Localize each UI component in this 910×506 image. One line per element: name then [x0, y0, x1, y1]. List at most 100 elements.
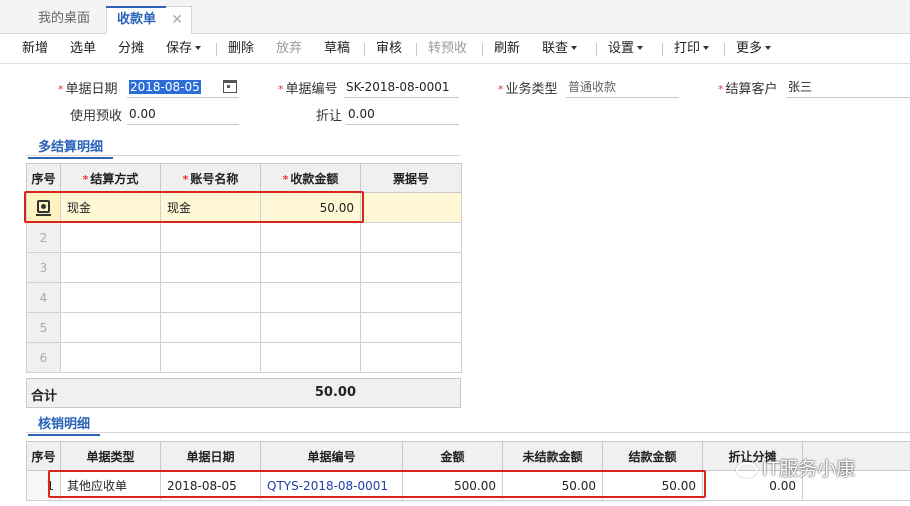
row-number: 5	[26, 312, 61, 343]
writeoff-section-title[interactable]: 核销明细	[28, 413, 101, 436]
empty-cell[interactable]	[260, 312, 361, 343]
section-divider	[26, 432, 910, 433]
empty-cell[interactable]	[160, 252, 261, 283]
prepay-field[interactable]: 0.00	[127, 105, 239, 125]
col-account: * 账号名称	[160, 163, 261, 193]
table-row[interactable]: 2	[26, 222, 462, 253]
chevron-down-icon	[637, 45, 644, 50]
discount-label: 折让	[316, 109, 343, 124]
empty-cell[interactable]	[360, 222, 462, 253]
customer-field[interactable]: 张三	[786, 78, 910, 98]
print-button[interactable]: 打印	[674, 40, 710, 58]
table-row[interactable]: 6	[26, 342, 462, 373]
table-row[interactable]: 3	[26, 252, 462, 283]
row-number: 4	[26, 282, 61, 313]
highlight-box	[48, 470, 706, 498]
total-label: 合计	[31, 389, 58, 404]
audit-button[interactable]: 审核	[376, 40, 402, 58]
more-label: 更多	[736, 41, 763, 56]
col-settled: 结款金额	[602, 441, 703, 471]
discard-button[interactable]: 放弃	[276, 40, 302, 58]
date-value: 2018-08-05	[129, 80, 201, 94]
delete-button[interactable]: 删除	[228, 40, 254, 58]
col-unsettled: 未结款金额	[502, 441, 603, 471]
select-button[interactable]: 选单	[70, 40, 96, 58]
settle-header-row: 序号 * 结算方式 * 账号名称 * 收款金额 票据号	[26, 163, 462, 193]
tab-receipt-label: 收款单	[117, 12, 157, 27]
col-seq: 序号	[26, 163, 61, 193]
toolbar: 新增 选单 分摊 保存 删除 放弃 草稿 审核 转预收 刷新 联查 设置 打印 …	[0, 34, 910, 64]
split-button[interactable]: 分摊	[118, 40, 144, 58]
watermark: IT服务小康	[736, 454, 855, 481]
empty-cell[interactable]	[260, 282, 361, 313]
col-amount: * 收款金额	[260, 163, 361, 193]
empty-cell[interactable]	[60, 312, 161, 343]
doc-no-field[interactable]: SK-2018-08-0001	[344, 78, 459, 98]
chevron-down-icon	[765, 45, 772, 50]
toolbar-divider	[482, 43, 483, 56]
discount-field[interactable]: 0.00	[346, 105, 459, 125]
draft-button[interactable]: 草稿	[324, 40, 350, 58]
save-button[interactable]: 保存	[166, 40, 202, 58]
tab-receipt[interactable]: 收款单 ✕	[106, 6, 192, 34]
chevron-down-icon	[703, 45, 710, 50]
table-row[interactable]: 4	[26, 282, 462, 313]
empty-cell[interactable]	[60, 222, 161, 253]
empty-cell[interactable]	[160, 282, 261, 313]
settings-button[interactable]: 设置	[608, 40, 644, 58]
doc-no-label: * 单据编号	[278, 82, 338, 97]
toolbar-divider	[724, 43, 725, 56]
empty-cell[interactable]	[260, 342, 361, 373]
row-number: 6	[26, 342, 61, 373]
empty-cell[interactable]	[260, 252, 361, 283]
empty-cell[interactable]	[360, 312, 462, 343]
toolbar-divider	[416, 43, 417, 56]
link-query-button[interactable]: 联查	[542, 40, 578, 58]
empty-cell[interactable]	[60, 282, 161, 313]
chevron-down-icon	[571, 45, 578, 50]
empty-cell[interactable]	[160, 312, 261, 343]
col-ticket: 票据号	[360, 163, 462, 193]
save-label: 保存	[166, 41, 193, 56]
calendar-icon[interactable]	[223, 80, 237, 93]
col-method: * 结算方式	[60, 163, 161, 193]
empty-cell[interactable]	[360, 252, 462, 283]
empty-cell[interactable]	[160, 222, 261, 253]
row-number: 2	[26, 222, 61, 253]
empty-cell[interactable]	[260, 222, 361, 253]
watermark-text: IT服务小康	[762, 458, 856, 480]
toolbar-divider	[216, 43, 217, 56]
more-button[interactable]: 更多	[736, 40, 772, 58]
to-prepay-button[interactable]: 转预收	[428, 40, 467, 58]
highlight-box	[24, 191, 364, 223]
chevron-down-icon	[195, 45, 202, 50]
empty-cell[interactable]	[60, 252, 161, 283]
close-icon[interactable]: ✕	[171, 7, 183, 33]
tab-active-indicator	[106, 6, 166, 8]
settle-section-title[interactable]: 多结算明细	[28, 136, 114, 159]
col-amount: 金额	[402, 441, 503, 471]
empty-cell[interactable]	[160, 342, 261, 373]
toolbar-divider	[662, 43, 663, 56]
col-doc-no: 单据编号	[260, 441, 403, 471]
settle-total-row: 合计 50.00	[26, 378, 461, 408]
link-query-label: 联查	[542, 41, 569, 56]
print-label: 打印	[674, 41, 701, 56]
customer-label: * 结算客户	[718, 82, 778, 97]
date-label: * 单据日期	[58, 82, 118, 97]
refresh-button[interactable]: 刷新	[494, 40, 520, 58]
tab-my-desktop[interactable]: 我的桌面	[24, 6, 104, 34]
table-row[interactable]: 5	[26, 312, 462, 343]
row-number: 3	[26, 252, 61, 283]
toolbar-divider	[596, 43, 597, 56]
biz-type-label: * 业务类型	[498, 82, 558, 97]
empty-cell[interactable]	[360, 342, 462, 373]
col-seq: 序号	[26, 441, 61, 471]
prepay-label: 使用预收	[70, 109, 123, 124]
biz-type-field[interactable]: 普通收款	[566, 78, 679, 98]
cell-ticket[interactable]	[360, 192, 462, 223]
settings-label: 设置	[608, 41, 635, 56]
empty-cell[interactable]	[60, 342, 161, 373]
add-button[interactable]: 新增	[22, 40, 48, 58]
empty-cell[interactable]	[360, 282, 462, 313]
